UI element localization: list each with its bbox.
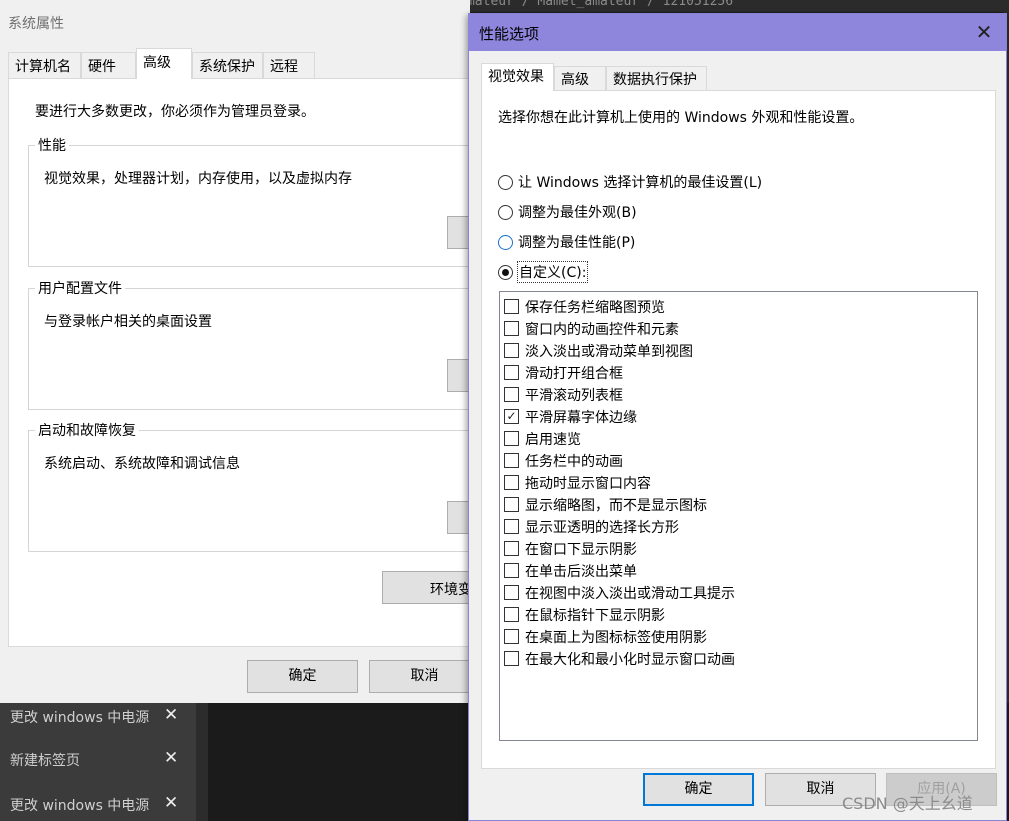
tab-computer-name[interactable]: 计算机名 [8, 52, 81, 78]
tab-data-execution-prevention[interactable]: 数据执行保护 [606, 66, 707, 90]
dialog-title: 性能选项 [479, 25, 540, 43]
checkbox[interactable] [504, 563, 519, 578]
group-title: 启动和故障恢复 [35, 420, 139, 440]
browser-tab-title: 更改 windows 中电源 [10, 798, 150, 814]
ok-button[interactable]: 确定 [247, 660, 358, 693]
checkbox[interactable] [504, 365, 519, 380]
close-icon[interactable]: ✕ [164, 748, 178, 768]
group-description: 系统启动、系统故障和调试信息 [44, 456, 240, 472]
checkbox[interactable] [504, 321, 519, 336]
browser-tab-1[interactable]: 更改 windows 中电源 ✕ [0, 697, 196, 737]
checkbox[interactable] [504, 607, 519, 622]
checkbox[interactable] [504, 431, 519, 446]
checkbox[interactable] [504, 387, 519, 402]
system-properties-dialog: 系统属性 计算机名 硬件 高级 系统保护 远程 要进行大多数更改，你必须作为管理… [0, 0, 480, 703]
radio-button[interactable] [498, 265, 513, 280]
group-title: 性能 [35, 135, 69, 155]
checkbox-label: 在鼠标指针下显示阴影 [525, 608, 665, 624]
checkbox-label: 在最大化和最小化时显示窗口动画 [525, 652, 735, 668]
checkbox-label: 保存任务栏缩略图预览 [525, 300, 665, 316]
radio-label: 自定义(C): [516, 261, 589, 283]
sidebar-divider [196, 703, 208, 821]
checkbox-label: 启用速览 [525, 432, 581, 448]
browser-tab-2[interactable]: 新建标签页 ✕ [0, 740, 196, 780]
radio-button[interactable] [498, 235, 513, 250]
checkbox[interactable] [504, 453, 519, 468]
tab-system-protection[interactable]: 系统保护 [192, 52, 263, 78]
tab-advanced[interactable]: 高级 [554, 66, 606, 90]
group-title: 用户配置文件 [35, 278, 125, 298]
cancel-button[interactable]: 取消 [369, 660, 480, 693]
browser-tab-title: 更改 windows 中电源 [10, 710, 150, 726]
close-icon[interactable]: ✕ [164, 793, 178, 813]
radio-label: 调整为最佳外观(B) [518, 205, 637, 221]
environment-variables-button[interactable]: 环境变 [382, 571, 472, 604]
checkbox-label: 平滑屏幕字体边缘 [525, 410, 637, 426]
checkbox-label: 在窗口下显示阴影 [525, 542, 637, 558]
startup-recovery-group: 启动和故障恢复 系统启动、系统故障和调试信息 [28, 420, 478, 552]
checkbox[interactable] [504, 497, 519, 512]
checkbox[interactable] [504, 541, 519, 556]
checkbox-label: 在单击后淡出菜单 [525, 564, 637, 580]
browser-tab-3[interactable]: 更改 windows 中电源 ✕ [0, 785, 196, 821]
checkbox-label: 显示亚透明的选择长方形 [525, 520, 679, 536]
checkbox[interactable] [504, 651, 519, 666]
checkbox-checked[interactable]: ✓ [504, 409, 519, 424]
user-profiles-group: 用户配置文件 与登录帐户相关的桌面设置 [28, 278, 478, 410]
group-description: 视觉效果，处理器计划，内存使用，以及虚拟内存 [44, 171, 352, 187]
performance-options-dialog: 性能选项 ✕ 视觉效果 高级 数据执行保护 选择你想在此计算机上使用的 Wind… [468, 13, 1007, 821]
checkbox[interactable] [504, 475, 519, 490]
visual-effects-description: 选择你想在此计算机上使用的 Windows 外观和性能设置。 [498, 110, 864, 126]
checkbox-label: 任务栏中的动画 [525, 454, 623, 470]
visual-effects-checklist[interactable]: 保存任务栏缩略图预览 窗口内的动画控件和元素 淡入淡出或滑动菜单到视图 滑动打开组合框… [499, 291, 978, 741]
radio-label: 调整为最佳性能(P) [518, 235, 636, 251]
group-description: 与登录帐户相关的桌面设置 [44, 314, 212, 330]
checkbox[interactable] [504, 585, 519, 600]
checkbox[interactable] [504, 343, 519, 358]
close-icon[interactable]: ✕ [969, 18, 999, 46]
checkbox-label: 淡入淡出或滑动菜单到视图 [525, 344, 693, 360]
radio-button[interactable] [498, 205, 513, 220]
checkbox[interactable] [504, 299, 519, 314]
checkbox-label: 窗口内的动画控件和元素 [525, 322, 679, 338]
radio-label: 让 Windows 选择计算机的最佳设置(L) [518, 175, 763, 191]
ok-button[interactable]: 确定 [643, 773, 754, 806]
checkbox-label: 拖动时显示窗口内容 [525, 476, 651, 492]
checkbox-label: 在视图中淡入淡出或滑动工具提示 [525, 586, 735, 602]
checkbox-label: 在桌面上为图标标签使用阴影 [525, 630, 707, 646]
tab-remote[interactable]: 远程 [263, 52, 315, 78]
performance-group: 性能 视觉效果，处理器计划，内存使用，以及虚拟内存 [28, 135, 478, 267]
checkbox-label: 滑动打开组合框 [525, 366, 623, 382]
watermark: CSDN @天上幺道 [842, 794, 973, 813]
radio-button[interactable] [498, 175, 513, 190]
checkbox-label: 平滑滚动列表框 [525, 388, 623, 404]
title-bar: 性能选项 ✕ [469, 14, 1006, 51]
dialog-title: 系统属性 [8, 16, 64, 32]
tab-hardware[interactable]: 硬件 [81, 52, 136, 78]
checkbox-label: 显示缩略图，而不是显示图标 [525, 498, 707, 514]
checkbox[interactable] [504, 629, 519, 644]
tab-advanced[interactable]: 高级 [136, 48, 192, 79]
browser-tab-sidebar: 更改 windows 中电源 ✕ 新建标签页 ✕ 更改 windows 中电源 … [0, 703, 208, 821]
browser-tab-title: 新建标签页 [10, 753, 80, 769]
close-icon[interactable]: ✕ [164, 705, 178, 725]
admin-note: 要进行大多数更改，你必须作为管理员登录。 [35, 104, 315, 120]
checkbox[interactable] [504, 519, 519, 534]
tab-visual-effects[interactable]: 视觉效果 [481, 63, 554, 91]
